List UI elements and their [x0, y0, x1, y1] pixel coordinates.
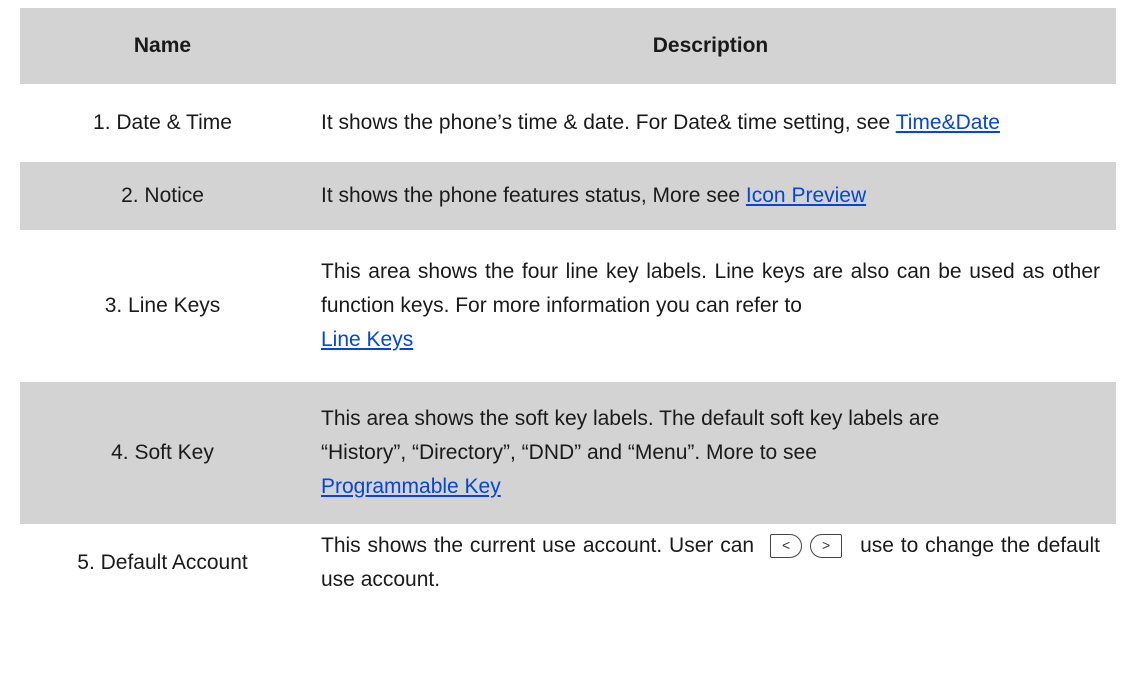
- row-name: 5. Default Account: [20, 526, 305, 597]
- table-row: 1. Date & Time It shows the phone’s time…: [20, 86, 1116, 162]
- table-row: 5. Default Account This shows the curren…: [20, 526, 1116, 597]
- description-table: Name Description 1. Date & Time It shows…: [20, 8, 1116, 597]
- time-date-link[interactable]: Time&Date: [896, 111, 1000, 134]
- description-text: This area shows the soft key labels. The…: [321, 407, 940, 430]
- header-name: Name: [20, 8, 305, 89]
- header-description: Description: [305, 8, 1116, 89]
- table-row: 3. Line Keys This area shows the four li…: [20, 232, 1116, 382]
- description-text: “History”, “Directory”, “DND” and “Menu”…: [321, 441, 817, 464]
- description-text: It shows the phone’s time & date. For Da…: [321, 111, 891, 134]
- right-key-icon: >: [810, 534, 843, 559]
- description-text: This shows the current use account. User…: [321, 534, 755, 557]
- table-row: 4. Soft Key This area shows the soft key…: [20, 379, 1116, 529]
- line-keys-link[interactable]: Line Keys: [321, 328, 413, 351]
- row-name: 1. Date & Time: [20, 86, 305, 162]
- icon-preview-link[interactable]: Icon Preview: [746, 184, 866, 207]
- row-description: This area shows the four line key labels…: [305, 232, 1116, 382]
- description-text: This area shows the four line key labels…: [321, 260, 1100, 317]
- row-description: This area shows the soft key labels. The…: [305, 379, 1116, 529]
- row-description: It shows the phone’s time & date. For Da…: [305, 86, 1116, 162]
- row-description: This shows the current use account. User…: [305, 526, 1116, 597]
- row-name: 3. Line Keys: [20, 232, 305, 382]
- left-key-icon: <: [770, 534, 803, 559]
- row-name: 2. Notice: [20, 159, 305, 235]
- row-name: 4. Soft Key: [20, 379, 305, 529]
- description-text: It shows the phone features status, More…: [321, 184, 741, 207]
- table-header-row: Name Description: [20, 8, 1116, 89]
- table-row: 2. Notice It shows the phone features st…: [20, 159, 1116, 235]
- programmable-key-link[interactable]: Programmable Key: [321, 475, 501, 498]
- row-description: It shows the phone features status, More…: [305, 159, 1116, 235]
